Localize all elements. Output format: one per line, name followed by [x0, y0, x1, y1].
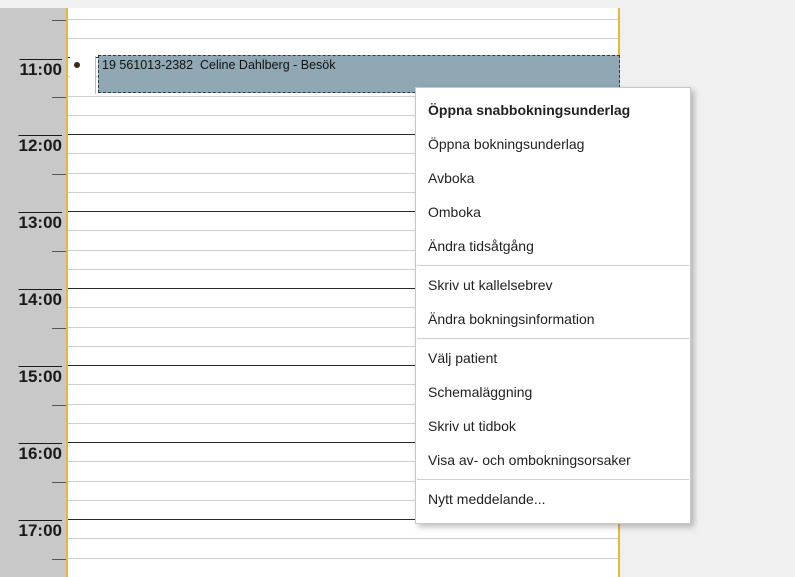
- hour-label-15: 15:00: [18, 367, 62, 386]
- menu-separator: [417, 265, 689, 266]
- menu-item-new-message[interactable]: Nytt meddelande...: [416, 482, 690, 516]
- bullet-icon: [74, 62, 80, 68]
- menu-item-cancel-booking[interactable]: Avboka: [416, 161, 690, 195]
- gutter-tick: [52, 174, 66, 175]
- menu-item-print-timebook[interactable]: Skriv ut tidbok: [416, 409, 690, 443]
- quarter-gridline: [68, 558, 618, 559]
- menu-item-show-reasons[interactable]: Visa av- och ombokningsorsaker: [416, 443, 690, 477]
- booking-slot-marker[interactable]: [70, 56, 96, 94]
- booking-text: 19 561013-2382 Celine Dahlberg - Besök: [102, 58, 336, 72]
- hour-label-17: 17:00: [18, 521, 62, 540]
- gutter-tick: [52, 20, 66, 21]
- menu-item-rebook[interactable]: Omboka: [416, 195, 690, 229]
- gutter-tick: [52, 328, 66, 329]
- hour-label-16: 16:00: [18, 444, 62, 463]
- time-gutter: 11:00 12:00 13:00 14:00 15:00 16:00 17:0…: [0, 8, 67, 577]
- hour-label-12: 12:00: [18, 136, 62, 155]
- hour-label-11: 11:00: [19, 60, 62, 79]
- context-menu[interactable]: Öppna snabbokningsunderlag Öppna bokning…: [415, 87, 691, 524]
- menu-item-change-duration[interactable]: Ändra tidsåtgång: [416, 229, 690, 263]
- menu-item-scheduling[interactable]: Schemaläggning: [416, 375, 690, 409]
- menu-item-select-patient[interactable]: Välj patient: [416, 341, 690, 375]
- menu-item-print-summons[interactable]: Skriv ut kallelsebrev: [416, 268, 690, 302]
- menu-item-change-booking-info[interactable]: Ändra bokningsinformation: [416, 302, 690, 336]
- menu-separator: [417, 338, 689, 339]
- gutter-tick: [52, 482, 66, 483]
- hour-label-14: 14:00: [18, 290, 62, 309]
- hour-label-13: 13:00: [18, 213, 62, 232]
- menu-separator: [417, 479, 689, 480]
- quarter-gridline: [68, 38, 618, 39]
- gutter-tick: [52, 405, 66, 406]
- gutter-tick: [52, 97, 66, 98]
- gutter-tick: [52, 559, 66, 560]
- quarter-gridline: [68, 538, 618, 539]
- menu-item-open-quick-booking[interactable]: Öppna snabbokningsunderlag: [416, 93, 690, 127]
- gutter-tick: [52, 251, 66, 252]
- quarter-gridline: [68, 19, 618, 20]
- menu-item-open-booking[interactable]: Öppna bokningsunderlag: [416, 127, 690, 161]
